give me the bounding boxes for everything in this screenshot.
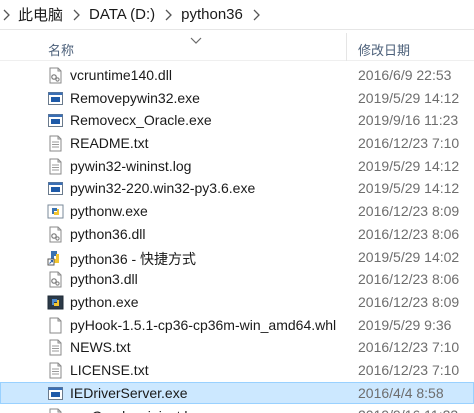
exe-window-icon: [47, 385, 64, 402]
file-date-modified: 2016/12/23 8:09: [358, 293, 460, 310]
file-name: cx_Oracle-wininst.log: [70, 408, 203, 413]
exe-window-icon: [47, 90, 64, 107]
file-name: pyHook-1.5.1-cp36-cp36m-win_amd64.whl: [70, 316, 337, 333]
exe-window-icon: [47, 180, 64, 197]
file-name: vcruntime140.dll: [70, 67, 172, 83]
file-row[interactable]: vcruntime140.dll 2016/6/9 22:53: [0, 64, 474, 87]
file-name: python3.dll: [70, 271, 138, 288]
file-row-selected[interactable]: IEDriverServer.exe 2016/4/4 8:58: [0, 381, 474, 405]
file-name: pythonw.exe: [70, 203, 148, 220]
file-row[interactable]: pythonw.exe 2016/12/23 8:09: [0, 200, 474, 223]
file-row[interactable]: pywin32-wininst.log 2019/5/29 14:12: [0, 155, 474, 178]
chevron-right-icon[interactable]: [164, 9, 173, 21]
text-file-icon: [47, 158, 64, 175]
column-header-row: 名称 修改日期: [0, 31, 474, 61]
python-dark-exe-icon: [47, 294, 64, 311]
file-name: Removecx_Oracle.exe: [70, 112, 212, 129]
column-resize-handle[interactable]: [346, 33, 347, 61]
file-name: python.exe: [70, 293, 139, 310]
file-name: pywin32-220.win32-py3.6.exe: [70, 180, 256, 197]
file-date-modified: 2019/9/16 11:23: [358, 407, 458, 413]
file-date-modified: 2016/6/9 22:53: [358, 67, 452, 83]
column-header-date-modified[interactable]: 修改日期: [358, 40, 410, 59]
python-exe-icon: [47, 203, 64, 220]
file-name: Removepywin32.exe: [70, 89, 200, 106]
file-date-modified: 2019/5/29 14:12: [358, 157, 460, 174]
file-date-modified: 2019/5/29 14:12: [358, 180, 460, 197]
file-row[interactable]: Removepywin32.exe 2019/5/29 14:12: [0, 87, 474, 110]
exe-window-icon: [47, 112, 64, 129]
file-name: python36 - 快捷方式: [70, 250, 197, 267]
breadcrumb-python36[interactable]: python36: [181, 6, 243, 23]
file-date-modified: 2016/12/23 7:10: [358, 339, 460, 356]
breadcrumb-this-pc[interactable]: 此电脑: [18, 4, 63, 25]
file-date-modified: 2016/12/23 7:10: [358, 361, 460, 378]
file-date-modified: 2016/12/23 7:10: [358, 135, 460, 152]
chevron-right-icon[interactable]: [72, 9, 80, 21]
file-row[interactable]: python.exe 2016/12/23 8:09: [0, 291, 474, 314]
file-date-modified: 2019/9/16 11:23: [358, 112, 459, 129]
file-row[interactable]: python3.dll 2016/12/23 8:06: [0, 268, 474, 291]
file-row[interactable]: pyHook-1.5.1-cp36-cp36m-win_amd64.whl 20…: [0, 314, 474, 337]
file-date-modified: 2016/4/4 8:58: [358, 384, 444, 401]
text-file-icon: [47, 362, 64, 379]
address-bar[interactable]: 此电脑 DATA (D:) python36: [0, 0, 474, 30]
dll-file-icon: [47, 67, 64, 84]
sort-descending-icon: [190, 32, 202, 44]
file-name: README.txt: [70, 135, 149, 152]
file-name: LICENSE.txt: [70, 361, 149, 378]
file-row[interactable]: python36.dll 2016/12/23 8:06: [0, 223, 474, 246]
file-date-modified: 2019/5/29 14:12: [358, 89, 460, 106]
file-row[interactable]: LICENSE.txt 2016/12/23 7:10: [0, 359, 474, 382]
file-name: pywin32-wininst.log: [70, 157, 192, 174]
text-file-icon: [47, 339, 64, 356]
chevron-right-icon[interactable]: [252, 9, 260, 21]
dll-file-icon: [47, 271, 64, 288]
file-row[interactable]: python36 - 快捷方式 2019/5/29 14:02: [0, 246, 474, 269]
file-date-modified: 2016/12/23 8:06: [358, 271, 460, 288]
file-name: IEDriverServer.exe: [70, 384, 188, 401]
file-date-modified: 2019/5/29 14:02: [358, 248, 460, 265]
breadcrumb-data-drive[interactable]: DATA (D:): [89, 6, 155, 23]
dll-file-icon: [47, 226, 64, 243]
column-header-name[interactable]: 名称: [48, 40, 74, 59]
file-row[interactable]: NEWS.txt 2016/12/23 7:10: [0, 336, 474, 359]
blank-file-icon: [47, 317, 64, 334]
file-date-modified: 2016/12/23 8:06: [358, 225, 460, 242]
file-row[interactable]: cx_Oracle-wininst.log 2019/9/16 11:23: [0, 404, 474, 413]
file-list: vcruntime140.dll 2016/6/9 22:53 Removepy…: [0, 64, 474, 413]
chevron-right-icon[interactable]: [2, 9, 10, 21]
file-date-modified: 2019/5/29 9:36: [358, 316, 452, 333]
file-row[interactable]: pywin32-220.win32-py3.6.exe 2019/5/29 14…: [0, 177, 474, 200]
file-row[interactable]: Removecx_Oracle.exe 2019/9/16 11:23: [0, 109, 474, 132]
file-date-modified: 2016/12/23 8:09: [358, 203, 460, 220]
file-row[interactable]: README.txt 2016/12/23 7:10: [0, 132, 474, 155]
text-file-icon: [47, 135, 64, 152]
text-file-icon: [47, 408, 64, 413]
file-name: NEWS.txt: [70, 339, 131, 356]
file-name: python36.dll: [70, 225, 146, 242]
file-explorer-window: 此电脑 DATA (D:) python36 名称 修改日期 vcruntime…: [0, 0, 474, 413]
shortcut-icon: [47, 249, 64, 266]
